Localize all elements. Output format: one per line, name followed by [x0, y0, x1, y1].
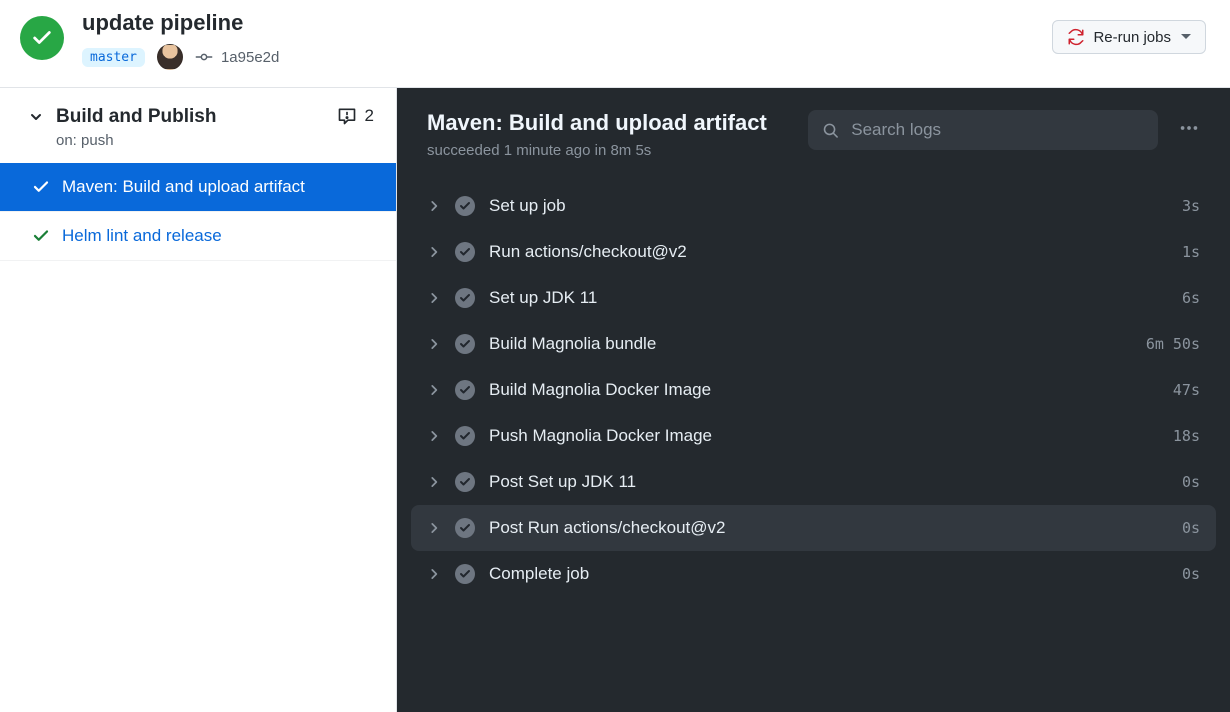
- step-row[interactable]: Post Run actions/checkout@v2 0s: [411, 505, 1216, 551]
- chevron-right-icon: [427, 199, 441, 213]
- job-subtext: succeeded 1 minute ago in 8m 5s: [427, 142, 767, 159]
- step-duration: 0s: [1182, 473, 1200, 491]
- chevron-right-icon: [427, 521, 441, 535]
- sync-icon: [1067, 28, 1085, 46]
- workflow-trigger: on: push: [56, 132, 216, 149]
- step-duration: 0s: [1182, 565, 1200, 583]
- workflow-header: Build and Publish on: push 2: [0, 88, 396, 163]
- job-list: Maven: Build and upload artifact Helm lin…: [0, 163, 396, 261]
- annotation-count[interactable]: 2: [337, 106, 374, 126]
- commit-icon: [195, 48, 213, 66]
- step-row[interactable]: Push Magnolia Docker Image 18s: [411, 413, 1216, 459]
- log-panel-header: Maven: Build and upload artifact succeed…: [397, 88, 1230, 177]
- chevron-right-icon: [427, 475, 441, 489]
- header-left: update pipeline master 1a95e2d: [20, 10, 279, 70]
- check-icon: [32, 178, 50, 196]
- caret-down-icon: [1181, 32, 1191, 42]
- step-success-icon: [455, 242, 475, 262]
- log-header-right: [808, 110, 1206, 150]
- step-duration: 1s: [1182, 243, 1200, 261]
- chevron-down-icon: [28, 109, 44, 125]
- step-success-icon: [455, 518, 475, 538]
- step-name: Run actions/checkout@v2: [489, 242, 1168, 262]
- step-name: Complete job: [489, 564, 1168, 584]
- chevron-right-icon: [427, 337, 441, 351]
- search-logs-input[interactable]: [851, 120, 1144, 140]
- step-success-icon: [455, 564, 475, 584]
- job-heading: Maven: Build and upload artifact: [427, 110, 767, 136]
- run-status-success-icon: [20, 16, 64, 60]
- commit-sha: 1a95e2d: [221, 49, 279, 66]
- chevron-right-icon: [427, 429, 441, 443]
- step-success-icon: [455, 380, 475, 400]
- step-row[interactable]: Build Magnolia bundle 6m 50s: [411, 321, 1216, 367]
- sidebar: Build and Publish on: push 2 Maven: Buil…: [0, 88, 397, 712]
- step-success-icon: [455, 334, 475, 354]
- log-options-kebab[interactable]: [1172, 111, 1206, 150]
- rerun-jobs-label: Re-run jobs: [1093, 29, 1171, 46]
- chevron-right-icon: [427, 245, 441, 259]
- step-success-icon: [455, 472, 475, 492]
- check-icon: [32, 227, 50, 245]
- step-duration: 6s: [1182, 289, 1200, 307]
- commit-info[interactable]: 1a95e2d: [195, 48, 279, 66]
- workflow-name: Build and Publish: [56, 106, 216, 128]
- step-success-icon: [455, 288, 475, 308]
- step-name: Build Magnolia Docker Image: [489, 380, 1159, 400]
- step-duration: 6m 50s: [1146, 335, 1200, 353]
- annotation-count-value: 2: [365, 106, 374, 126]
- job-item[interactable]: Helm lint and release: [0, 212, 396, 261]
- annotation-icon: [337, 106, 357, 126]
- step-row[interactable]: Complete job 0s: [411, 551, 1216, 597]
- step-list: Set up job 3s Run actions/checkout@v2 1s Set…: [397, 177, 1230, 597]
- step-row[interactable]: Set up job 3s: [411, 183, 1216, 229]
- job-item-label: Maven: Build and upload artifact: [62, 177, 305, 197]
- step-name: Set up JDK 11: [489, 288, 1168, 308]
- chevron-right-icon: [427, 291, 441, 305]
- chevron-right-icon: [427, 383, 441, 397]
- step-duration: 0s: [1182, 519, 1200, 537]
- step-name: Post Run actions/checkout@v2: [489, 518, 1168, 538]
- rerun-jobs-button[interactable]: Re-run jobs: [1052, 20, 1206, 54]
- run-header: update pipeline master 1a95e2d Re-run jo…: [0, 0, 1230, 88]
- step-name: Post Set up JDK 11: [489, 472, 1168, 492]
- search-icon: [822, 121, 839, 140]
- step-row[interactable]: Post Set up JDK 11 0s: [411, 459, 1216, 505]
- workflow-title-row[interactable]: Build and Publish: [28, 106, 216, 128]
- step-success-icon: [455, 196, 475, 216]
- step-name: Build Magnolia bundle: [489, 334, 1132, 354]
- search-logs-wrap[interactable]: [808, 110, 1158, 150]
- step-name: Push Magnolia Docker Image: [489, 426, 1159, 446]
- job-item-label: Helm lint and release: [62, 226, 222, 246]
- workflow-title-block: Build and Publish on: push: [28, 106, 216, 149]
- step-name: Set up job: [489, 196, 1168, 216]
- step-row[interactable]: Set up JDK 11 6s: [411, 275, 1216, 321]
- body: Build and Publish on: push 2 Maven: Buil…: [0, 88, 1230, 712]
- step-success-icon: [455, 426, 475, 446]
- step-duration: 3s: [1182, 197, 1200, 215]
- step-duration: 18s: [1173, 427, 1200, 445]
- branch-pill[interactable]: master: [82, 48, 145, 67]
- step-row[interactable]: Build Magnolia Docker Image 47s: [411, 367, 1216, 413]
- title-block: update pipeline master 1a95e2d: [82, 10, 279, 70]
- log-panel: Maven: Build and upload artifact succeed…: [397, 88, 1230, 712]
- run-meta-row: master 1a95e2d: [82, 44, 279, 70]
- job-item[interactable]: Maven: Build and upload artifact: [0, 163, 396, 212]
- step-duration: 47s: [1173, 381, 1200, 399]
- chevron-right-icon: [427, 567, 441, 581]
- kebab-icon: [1178, 117, 1200, 139]
- step-row[interactable]: Run actions/checkout@v2 1s: [411, 229, 1216, 275]
- run-title: update pipeline: [82, 10, 279, 36]
- author-avatar[interactable]: [157, 44, 183, 70]
- job-heading-block: Maven: Build and upload artifact succeed…: [427, 110, 767, 159]
